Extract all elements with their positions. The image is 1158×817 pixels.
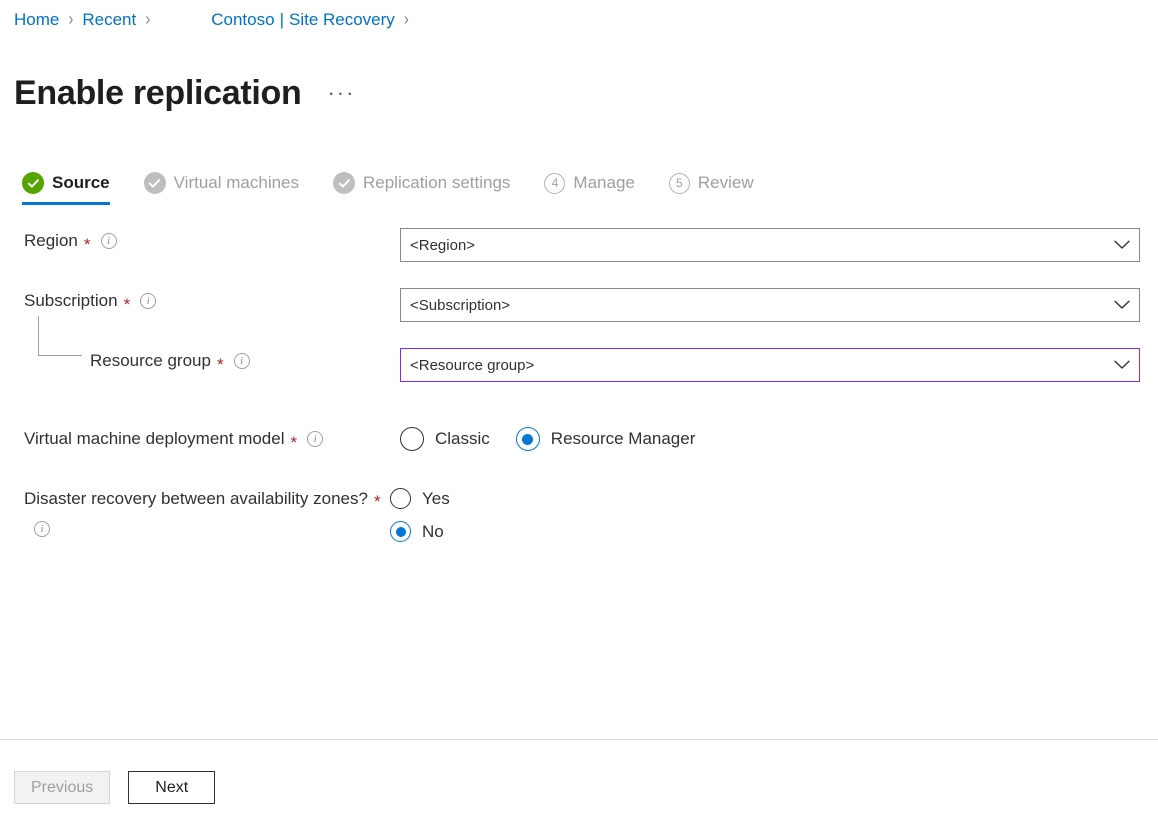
- region-dropdown-value: <Region>: [401, 237, 1105, 254]
- tab-replication-settings[interactable]: Replication settings: [333, 172, 510, 205]
- tab-label: Review: [698, 172, 754, 194]
- availability-zones-label-col: Disaster recovery between availability z…: [0, 486, 390, 538]
- tab-label: Manage: [573, 172, 634, 194]
- subscription-label-col: Subscription * i: [0, 288, 400, 314]
- subscription-dropdown-value: <Subscription>: [401, 297, 1105, 314]
- radio-classic[interactable]: Classic: [400, 427, 490, 451]
- chevron-right-icon: ›: [68, 6, 73, 34]
- chevron-right-icon: ›: [145, 6, 150, 34]
- chevron-right-icon: ›: [404, 6, 409, 34]
- radio-label: Yes: [422, 489, 450, 509]
- breadcrumb-item-site-recovery[interactable]: Site Recovery: [289, 9, 395, 31]
- radio-dot: [390, 488, 411, 509]
- breadcrumb-item-contoso[interactable]: Contoso: [211, 9, 274, 31]
- info-icon[interactable]: i: [101, 233, 117, 249]
- page-title: Enable replication: [14, 71, 301, 115]
- subscription-label: Subscription: [24, 288, 118, 314]
- region-control-col: <Region>: [400, 228, 1158, 262]
- tab-label: Source: [52, 172, 110, 194]
- info-icon[interactable]: i: [234, 353, 250, 369]
- required-marker: *: [374, 492, 381, 511]
- subscription-control-col: <Subscription>: [400, 288, 1158, 322]
- availability-zones-label: Disaster recovery between availability z…: [24, 489, 368, 508]
- breadcrumb-pipe: |: [280, 9, 284, 31]
- resource-group-dropdown-value: <Resource group>: [401, 357, 1105, 374]
- breadcrumb-item-home[interactable]: Home: [14, 9, 59, 31]
- info-icon[interactable]: i: [140, 293, 156, 309]
- availability-zones-control-col: Yes No: [390, 486, 1158, 554]
- radio-dot: [516, 427, 540, 451]
- deployment-model-control-col: Classic Resource Manager: [400, 427, 1158, 451]
- breadcrumb-item-recent[interactable]: Recent: [82, 9, 136, 31]
- tab-review[interactable]: 5 Review: [669, 172, 754, 205]
- enable-replication-page: Home › Recent › Contoso | Site Recovery …: [0, 0, 1158, 817]
- required-marker: *: [217, 356, 224, 373]
- required-marker: *: [124, 296, 131, 313]
- form-row-deployment-model: Virtual machine deployment model * i Cla…: [0, 408, 1158, 470]
- region-label: Region: [24, 228, 78, 254]
- next-button[interactable]: Next: [128, 771, 215, 804]
- info-icon[interactable]: i: [307, 431, 323, 447]
- footer-divider: [0, 739, 1158, 740]
- resource-group-control-col: <Resource group>: [400, 348, 1158, 382]
- tab-label: Virtual machines: [174, 172, 299, 194]
- resource-group-label-col: Resource group * i: [0, 348, 400, 374]
- radio-resource-manager[interactable]: Resource Manager: [516, 427, 696, 451]
- deployment-model-label-col: Virtual machine deployment model * i: [0, 426, 400, 452]
- radio-yes[interactable]: Yes: [390, 488, 1138, 509]
- deployment-model-radio-group: Classic Resource Manager: [400, 427, 1138, 451]
- tab-number: 5: [669, 173, 690, 194]
- wizard-tabs: Source Virtual machines Replication sett…: [22, 172, 788, 205]
- check-circle-green-icon: [22, 172, 44, 194]
- region-label-col: Region * i: [0, 228, 400, 254]
- region-dropdown[interactable]: <Region>: [400, 228, 1140, 262]
- tab-virtual-machines[interactable]: Virtual machines: [144, 172, 299, 205]
- chevron-down-icon: [1105, 300, 1139, 310]
- check-circle-gray-icon: [333, 172, 355, 194]
- radio-dot: [390, 521, 411, 542]
- tab-label: Replication settings: [363, 172, 510, 194]
- wizard-footer: Previous Next: [14, 771, 215, 804]
- availability-zones-radio-group: Yes No: [390, 488, 1138, 542]
- radio-no[interactable]: No: [390, 521, 1138, 542]
- previous-button[interactable]: Previous: [14, 771, 110, 804]
- subscription-dropdown[interactable]: <Subscription>: [400, 288, 1140, 322]
- form-row-region: Region * i <Region>: [0, 228, 1158, 288]
- form-row-availability-zones: Disaster recovery between availability z…: [0, 470, 1158, 560]
- more-menu-icon[interactable]: ···: [327, 83, 355, 103]
- check-circle-gray-icon: [144, 172, 166, 194]
- form-row-subscription: Subscription * i <Subscription>: [0, 288, 1158, 348]
- tab-manage[interactable]: 4 Manage: [544, 172, 634, 205]
- required-marker: *: [84, 236, 91, 253]
- number-circle-icon: 5: [669, 173, 690, 194]
- required-marker: *: [291, 434, 298, 451]
- radio-label: No: [422, 522, 444, 542]
- radio-label: Resource Manager: [551, 429, 696, 449]
- radio-dot: [400, 427, 424, 451]
- breadcrumb: Home › Recent › Contoso | Site Recovery …: [14, 9, 418, 31]
- tab-number: 4: [544, 173, 565, 194]
- title-row: Enable replication ···: [14, 48, 355, 138]
- resource-group-dropdown[interactable]: <Resource group>: [400, 348, 1140, 382]
- chevron-down-icon: [1105, 240, 1139, 250]
- source-form: Region * i <Region> Subscription *: [0, 228, 1158, 560]
- info-icon[interactable]: i: [34, 521, 50, 537]
- tab-source[interactable]: Source: [22, 172, 110, 205]
- number-circle-icon: 4: [544, 173, 565, 194]
- radio-label: Classic: [435, 429, 490, 449]
- deployment-model-label: Virtual machine deployment model: [24, 426, 285, 452]
- chevron-down-icon: [1105, 360, 1139, 370]
- resource-group-label: Resource group: [90, 348, 211, 374]
- form-row-resource-group: Resource group * i <Resource group>: [0, 348, 1158, 408]
